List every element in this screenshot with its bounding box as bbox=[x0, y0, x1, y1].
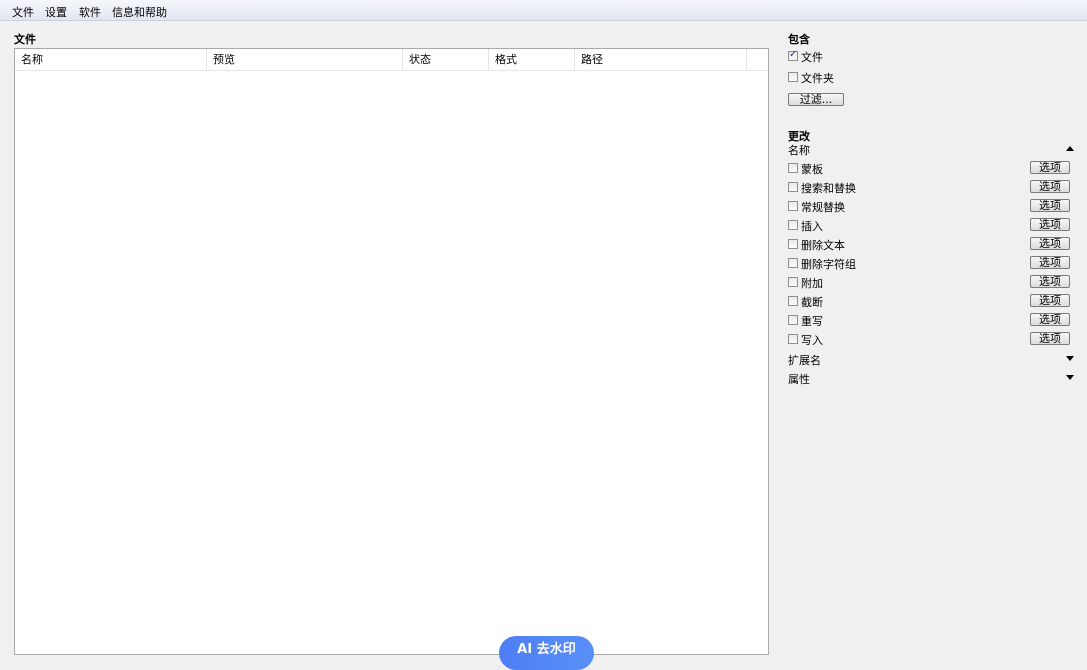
include-folders-label: 文件夹 bbox=[801, 72, 834, 85]
change-item-checkbox[interactable] bbox=[788, 182, 798, 192]
column-format[interactable]: 格式 bbox=[489, 49, 575, 70]
change-item-label: 重写 bbox=[801, 315, 823, 328]
change-item-checkbox[interactable] bbox=[788, 201, 798, 211]
menu-info-help[interactable]: 信息和帮助 bbox=[112, 4, 167, 20]
change-item-checkbox[interactable] bbox=[788, 315, 798, 325]
change-item-label: 删除文本 bbox=[801, 239, 845, 252]
change-item-label: 插入 bbox=[801, 220, 823, 233]
change-item-options-button[interactable]: 选项 bbox=[1030, 180, 1070, 193]
include-files-label: 文件 bbox=[801, 51, 823, 64]
change-item-options-button[interactable]: 选项 bbox=[1030, 294, 1070, 307]
files-section-title: 文件 bbox=[14, 33, 36, 46]
change-item-checkbox[interactable] bbox=[788, 258, 798, 268]
menu-software[interactable]: 软件 bbox=[79, 4, 101, 20]
change-item-options-button[interactable]: 选项 bbox=[1030, 256, 1070, 269]
collapse-name-icon[interactable] bbox=[1066, 146, 1074, 151]
change-item-label: 附加 bbox=[801, 277, 823, 290]
filter-button[interactable]: 过滤... bbox=[788, 93, 844, 106]
change-item-options-button[interactable]: 选项 bbox=[1030, 218, 1070, 231]
change-item-label: 截断 bbox=[801, 296, 823, 309]
ai-watermark-badge[interactable]: AI 去水印 bbox=[499, 636, 594, 670]
change-item-checkbox[interactable] bbox=[788, 163, 798, 173]
change-item-checkbox[interactable] bbox=[788, 220, 798, 230]
include-section-title: 包含 bbox=[788, 33, 810, 46]
menu-settings[interactable]: 设置 bbox=[45, 4, 67, 20]
column-name[interactable]: 名称 bbox=[15, 49, 207, 70]
change-item-checkbox[interactable] bbox=[788, 277, 798, 287]
change-item-options-button[interactable]: 选项 bbox=[1030, 161, 1070, 174]
column-path[interactable]: 路径 bbox=[575, 49, 747, 70]
attributes-subsection-label[interactable]: 属性 bbox=[788, 371, 810, 387]
file-list-header: 名称 预览 状态 格式 路径 bbox=[15, 49, 768, 71]
include-folders-checkbox[interactable] bbox=[788, 72, 798, 82]
extension-subsection-label[interactable]: 扩展名 bbox=[788, 352, 821, 368]
change-item-label: 蒙板 bbox=[801, 163, 823, 176]
menu-bar: 文件 设置 软件 信息和帮助 bbox=[0, 0, 1087, 21]
change-item-label: 搜索和替换 bbox=[801, 182, 856, 195]
menu-file[interactable]: 文件 bbox=[12, 4, 34, 20]
change-item-checkbox[interactable] bbox=[788, 334, 798, 344]
change-item-options-button[interactable]: 选项 bbox=[1030, 313, 1070, 326]
column-preview[interactable]: 预览 bbox=[207, 49, 403, 70]
file-list[interactable]: 名称 预览 状态 格式 路径 bbox=[14, 48, 769, 655]
change-item-options-button[interactable]: 选项 bbox=[1030, 237, 1070, 250]
change-item-checkbox[interactable] bbox=[788, 239, 798, 249]
change-item-label: 常规替换 bbox=[801, 201, 845, 214]
column-status[interactable]: 状态 bbox=[403, 49, 489, 70]
change-item-label: 写入 bbox=[801, 334, 823, 347]
change-item-options-button[interactable]: 选项 bbox=[1030, 275, 1070, 288]
change-item-options-button[interactable]: 选项 bbox=[1030, 332, 1070, 345]
change-item-options-button[interactable]: 选项 bbox=[1030, 199, 1070, 212]
expand-attributes-icon[interactable] bbox=[1066, 375, 1074, 380]
change-item-label: 删除字符组 bbox=[801, 258, 856, 271]
name-subsection-label[interactable]: 名称 bbox=[788, 142, 810, 158]
change-item-checkbox[interactable] bbox=[788, 296, 798, 306]
include-files-checkbox[interactable] bbox=[788, 49, 798, 61]
expand-extension-icon[interactable] bbox=[1066, 356, 1074, 361]
